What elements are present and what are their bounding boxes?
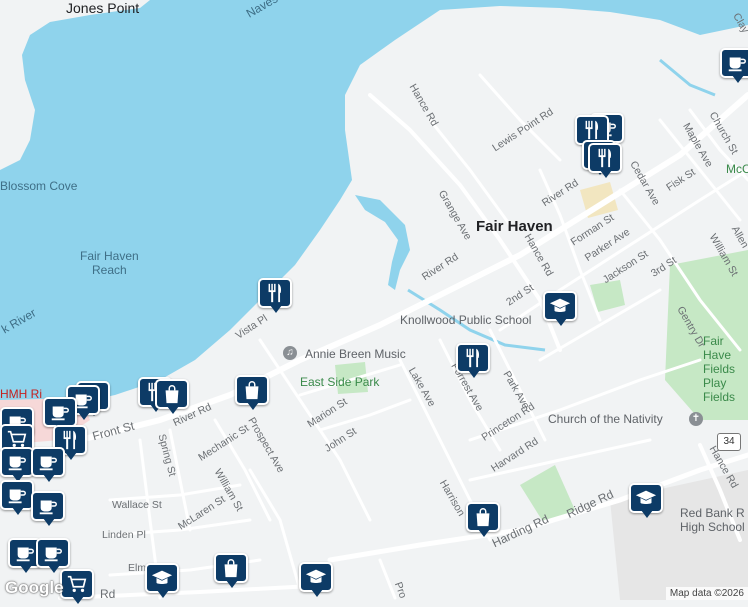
street-bottom-rd: Rd: [100, 587, 116, 601]
shopping-pin[interactable]: [466, 502, 500, 540]
cafe-icon: [36, 538, 70, 568]
cafe-icon: [43, 397, 77, 427]
school-pin[interactable]: [629, 483, 663, 521]
restaurant-pin[interactable]: [456, 343, 490, 381]
pin-tail: [226, 580, 238, 588]
cafe-pin[interactable]: [720, 48, 748, 86]
school-icon: [543, 291, 577, 321]
cafe-pin[interactable]: [0, 480, 34, 518]
cafe-icon: [0, 447, 34, 477]
pin-tail: [20, 565, 32, 573]
grocery-pin[interactable]: [60, 569, 94, 607]
pin-tail: [48, 565, 60, 573]
pin-tail: [270, 305, 282, 313]
cart-icon: [60, 569, 94, 599]
pin-tail: [478, 529, 490, 537]
pin-tail: [468, 370, 480, 378]
pin-tail: [43, 474, 55, 482]
cafe-icon: [720, 48, 748, 78]
shopping-pin[interactable]: [155, 379, 189, 417]
pin-tail: [600, 170, 612, 178]
hmh-label[interactable]: HMH Ri: [0, 388, 42, 400]
church-label[interactable]: Church of the Nativity: [548, 413, 663, 425]
restaurant-pin[interactable]: [258, 278, 292, 316]
town-label: Fair Haven: [476, 218, 553, 235]
school-icon: [629, 483, 663, 513]
pin-tail: [12, 507, 24, 515]
google-logo[interactable]: Google: [5, 578, 64, 598]
east-side-park-label[interactable]: East Side Park: [300, 376, 379, 388]
fair-haven-reach-label: Fair Haven Reach: [80, 249, 139, 277]
fields-label[interactable]: Fair Have Fields Play Fields: [703, 334, 748, 404]
map-attribution[interactable]: Map data ©2026: [665, 587, 748, 600]
annie-breen-label[interactable]: Annie Breen Music: [305, 348, 406, 360]
shop-icon: [214, 553, 248, 583]
restaurant-pin[interactable]: [588, 143, 622, 181]
pin-tail: [555, 318, 567, 326]
cafe-icon: [0, 480, 34, 510]
pin-tail: [43, 518, 55, 526]
pin-tail: [311, 589, 323, 597]
shop-icon: [155, 379, 189, 409]
food-icon: [588, 143, 622, 173]
cafe-icon: [31, 491, 65, 521]
pin-tail: [72, 596, 84, 604]
school-icon: [145, 563, 179, 593]
cafe-pin[interactable]: [31, 491, 65, 529]
school-pin[interactable]: [145, 563, 179, 601]
pin-tail: [732, 75, 744, 83]
route-34-shield: 34: [717, 433, 741, 451]
street-linden: Linden Pl: [102, 529, 146, 541]
school-pin[interactable]: [543, 291, 577, 329]
school-icon: [299, 562, 333, 592]
music-icon[interactable]: ♫: [283, 346, 297, 360]
jones-point-label: Jones Point: [66, 0, 140, 16]
shop-icon: [466, 502, 500, 532]
church-icon[interactable]: ✝: [689, 412, 703, 426]
cafe-pin[interactable]: [31, 447, 65, 485]
food-icon: [456, 343, 490, 373]
pin-tail: [167, 406, 179, 414]
cafe-icon: [31, 447, 65, 477]
shopping-pin[interactable]: [235, 375, 269, 413]
knollwood-label[interactable]: Knollwood Public School: [400, 314, 531, 326]
pin-tail: [157, 590, 169, 598]
pin-tail: [641, 510, 653, 518]
blossom-cove-label: Blossom Cove: [0, 179, 78, 193]
shopping-pin[interactable]: [214, 553, 248, 591]
pin-tail: [65, 452, 77, 460]
mcc-label: McC: [726, 162, 748, 176]
food-icon: [258, 278, 292, 308]
street-wallace: Wallace St: [112, 499, 162, 511]
pin-tail: [78, 412, 90, 420]
red-bank-label[interactable]: Red Bank R High School: [680, 506, 745, 534]
school-pin[interactable]: [299, 562, 333, 600]
pin-tail: [247, 402, 259, 410]
shop-icon: [235, 375, 269, 405]
